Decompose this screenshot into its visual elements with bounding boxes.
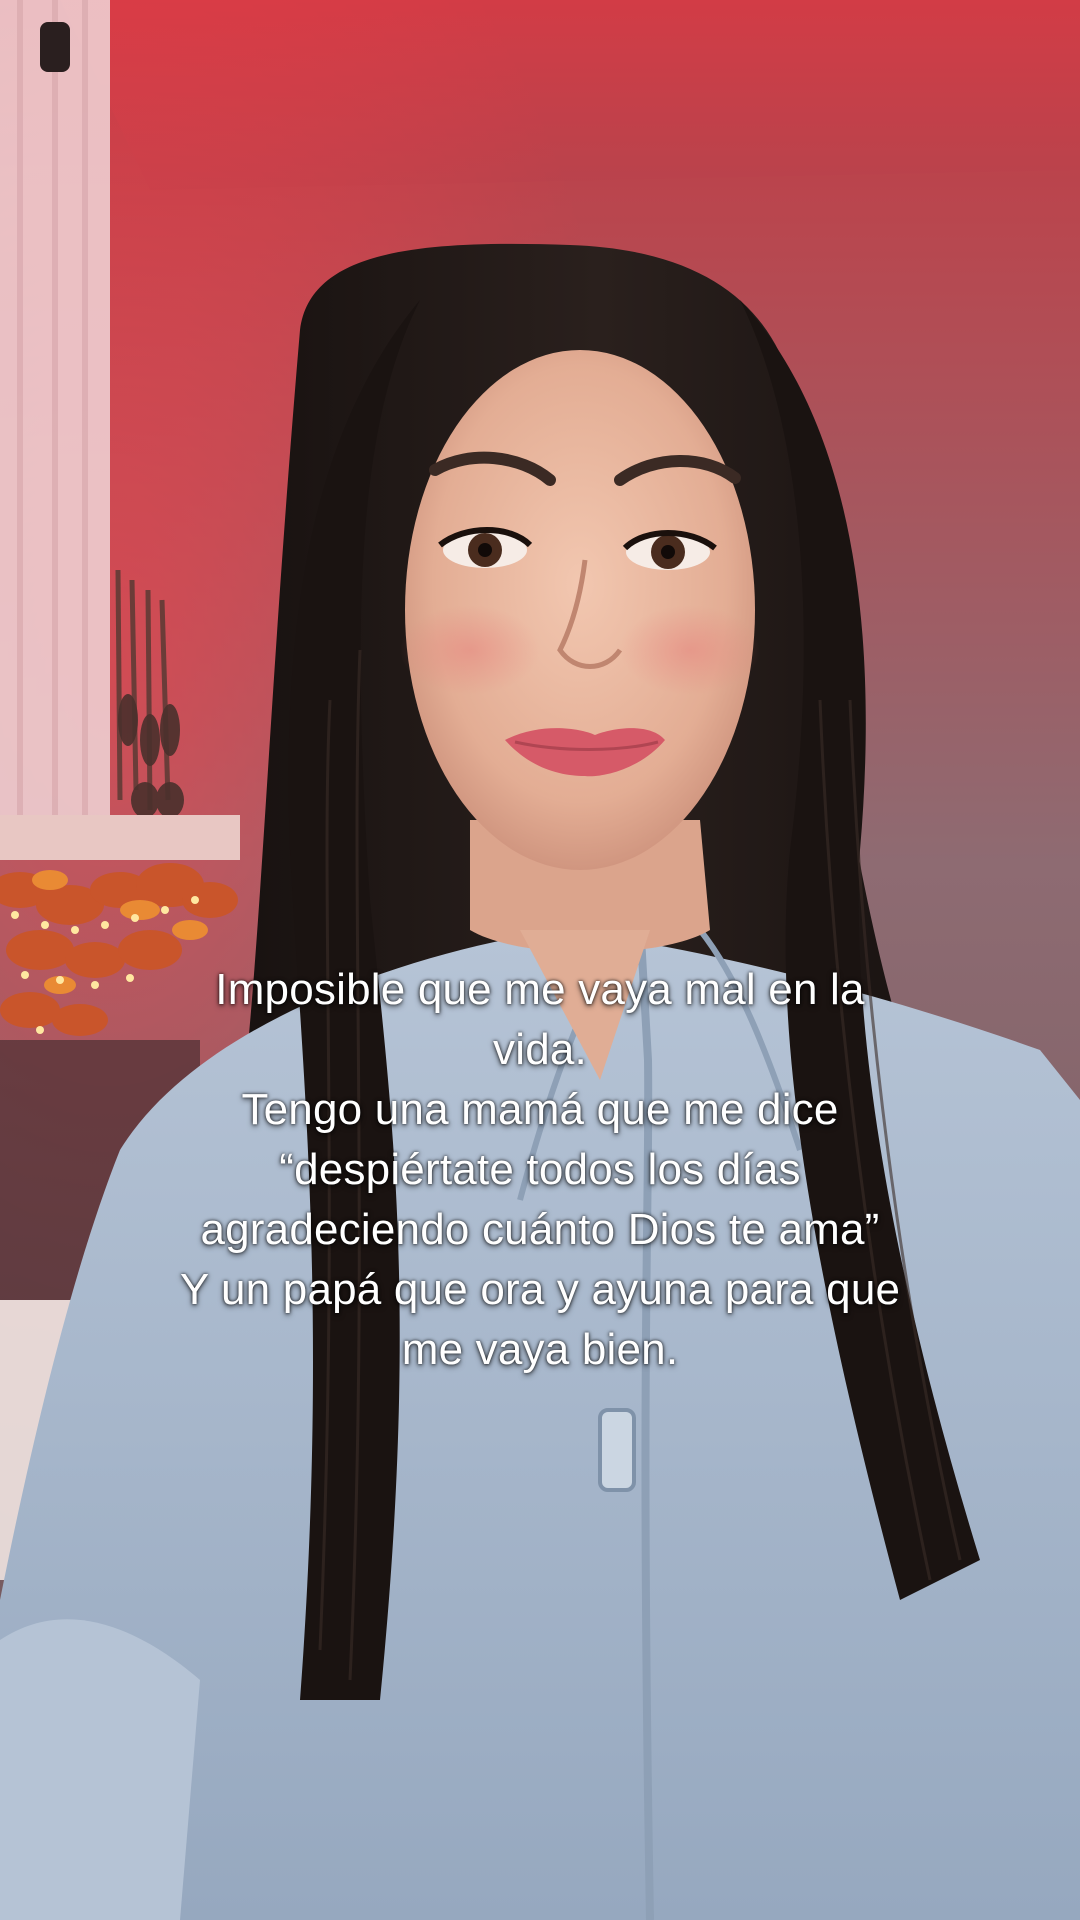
caption-line-4: “despiértate todos los días [279, 1145, 801, 1194]
caption-line-2: vida. [493, 1025, 587, 1074]
caption-line-5: agradeciendo cuánto Dios te ama” [200, 1205, 880, 1254]
caption-line-6: Y un papá que ora y ayuna para que [179, 1265, 901, 1314]
video-frame: Imposible que me vaya mal en la vida. Te… [0, 0, 1080, 1920]
caption-line-1: Imposible que me vaya mal en la [215, 965, 865, 1014]
video-caption: Imposible que me vaya mal en la vida. Te… [60, 960, 1020, 1380]
caption-line-7: me vaya bien. [401, 1325, 679, 1374]
caption-line-3: Tengo una mamá que me dice [241, 1085, 839, 1134]
